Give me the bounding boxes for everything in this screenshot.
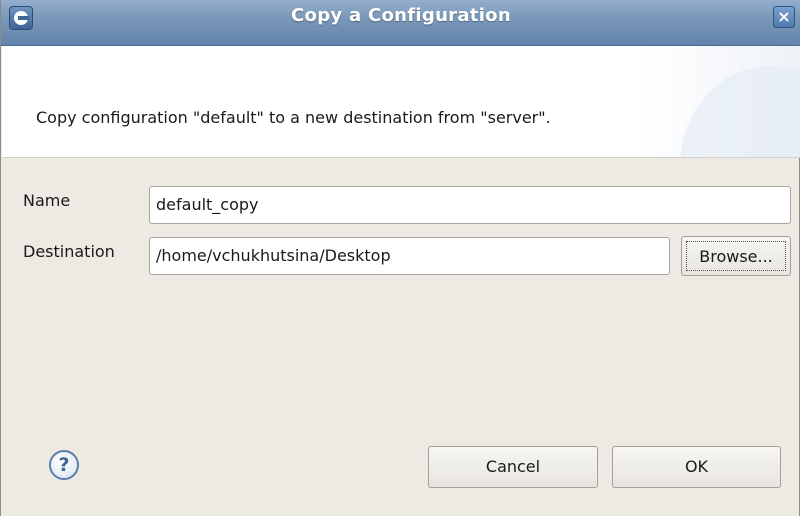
name-label: Name <box>23 191 71 210</box>
dialog-header: Copy configuration "default" to a new de… <box>2 46 800 158</box>
header-decoration <box>680 66 800 157</box>
destination-label: Destination <box>23 242 115 261</box>
close-button[interactable]: × <box>773 6 795 28</box>
title-bar[interactable]: Copy a Configuration × <box>1 0 800 46</box>
destination-input[interactable]: /home/vchukhutsina/Desktop <box>149 237 670 275</box>
ok-button[interactable]: OK <box>612 446 781 488</box>
copy-configuration-dialog: Copy a Configuration × Copy configuratio… <box>0 0 800 516</box>
close-icon: × <box>777 7 791 26</box>
browse-button-label: Browse... <box>686 241 786 271</box>
cancel-button[interactable]: Cancel <box>428 446 598 488</box>
name-input[interactable]: default_copy <box>149 186 791 224</box>
help-icon[interactable]: ? <box>49 450 79 480</box>
browse-button[interactable]: Browse... <box>681 236 791 276</box>
window-title: Copy a Configuration <box>291 5 511 26</box>
header-message: Copy configuration "default" to a new de… <box>36 108 551 127</box>
